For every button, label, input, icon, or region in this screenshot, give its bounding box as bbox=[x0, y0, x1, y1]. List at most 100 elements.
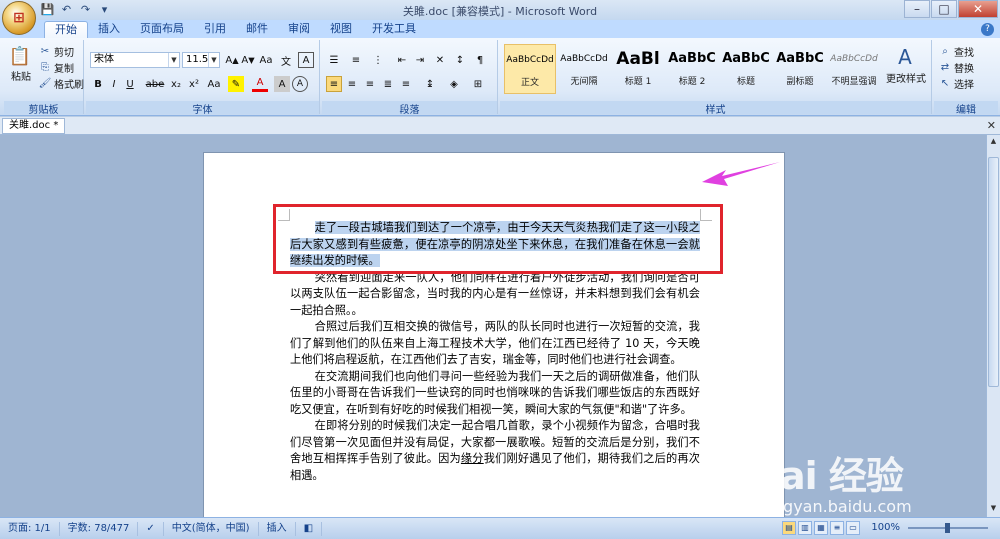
highlight-icon[interactable]: ✎ bbox=[228, 76, 244, 92]
ribbon: 📋 粘贴 ✂ 剪切 ⎘ 复制 🖌 格式刷 剪贴板 宋体 ▼ 11.5 ▼ A ▲ A ▼ Aa… bbox=[0, 38, 1000, 116]
scroll-up-icon[interactable]: ▲ bbox=[988, 137, 999, 148]
close-button[interactable]: ✕ bbox=[958, 0, 998, 18]
enclose-chars-button[interactable]: A bbox=[292, 76, 308, 92]
word-count[interactable]: 字数: 78/477 bbox=[60, 521, 139, 536]
paragraph[interactable]: 突然看到迎面走来一队人，他们同样在进行着户外徒步活动，我们询问是否可以两支队伍一… bbox=[290, 270, 700, 320]
borders-icon[interactable]: ⊞ bbox=[470, 76, 486, 92]
align-left-icon[interactable]: ≡ bbox=[398, 76, 414, 92]
tab-review[interactable]: 审阅 bbox=[278, 21, 320, 38]
char-shading-button[interactable]: A bbox=[274, 76, 290, 92]
change-styles-button[interactable]: A 更改样式 bbox=[884, 44, 928, 85]
line-spacing-icon[interactable]: ↨ bbox=[422, 76, 438, 92]
tab-view[interactable]: 视图 bbox=[320, 21, 362, 38]
multilevel-list-icon[interactable]: ⋮ bbox=[370, 52, 386, 68]
clear-format-icon[interactable]: Aa bbox=[258, 52, 274, 68]
font-size-combo[interactable]: 11.5 ▼ bbox=[182, 52, 220, 68]
decrease-indent-icon[interactable]: ⇤ bbox=[394, 52, 410, 68]
tab-page-layout[interactable]: 页面布局 bbox=[130, 21, 194, 38]
editing-group-label: 编辑 bbox=[934, 101, 998, 116]
paste-button[interactable]: 📋 粘贴 bbox=[8, 44, 34, 84]
phonetic-guide-icon[interactable]: 文 bbox=[278, 52, 294, 68]
style-no-spacing[interactable]: AaBbCcDd 无间隔 bbox=[558, 44, 610, 94]
document-tab[interactable]: 关雎.doc * bbox=[2, 118, 66, 134]
style-heading-2[interactable]: AaBbC 标题 2 bbox=[666, 44, 718, 94]
styles-group-label: 样式 bbox=[500, 101, 931, 116]
style-subtitle[interactable]: AaBbC 副标题 bbox=[774, 44, 826, 94]
shading-icon[interactable]: ◈ bbox=[446, 76, 462, 92]
align-justify-icon[interactable]: ≡ bbox=[326, 76, 342, 92]
scrollbar-thumb[interactable] bbox=[988, 157, 999, 387]
bullets-icon[interactable]: ☰ bbox=[326, 52, 342, 68]
clipboard-group: 📋 粘贴 ✂ 剪切 ⎘ 复制 🖌 格式刷 剪贴板 bbox=[4, 40, 84, 116]
paragraph[interactable]: 在交流期间我们也向他们寻问一些经验为我们一天之后的调研做准备，他们队伍里的小哥哥… bbox=[290, 369, 700, 419]
maximize-button[interactable]: □ bbox=[931, 0, 957, 18]
style-normal[interactable]: AaBbCcDd 正文 bbox=[504, 44, 556, 94]
minimize-button[interactable]: – bbox=[904, 0, 930, 18]
proofing-icon[interactable]: ✓ bbox=[138, 521, 164, 536]
tab-home[interactable]: 开始 bbox=[44, 21, 88, 38]
macro-record-icon[interactable]: ◧ bbox=[296, 521, 323, 536]
shrink-font-icon[interactable]: A ▼ bbox=[240, 52, 256, 68]
strikethrough-button[interactable]: abe bbox=[144, 76, 166, 92]
increase-indent-icon[interactable]: ⇥ bbox=[412, 52, 428, 68]
binoculars-icon: ⌕ bbox=[942, 46, 948, 57]
page-count[interactable]: 页面: 1/1 bbox=[0, 521, 60, 536]
replace-icon: ⇄ bbox=[940, 62, 950, 73]
font-name-combo[interactable]: 宋体 ▼ bbox=[90, 52, 180, 68]
align-center-icon[interactable]: ≡ bbox=[344, 76, 360, 92]
help-icon[interactable]: ? bbox=[981, 23, 994, 36]
scroll-down-icon[interactable]: ▼ bbox=[988, 504, 999, 515]
sort-icon[interactable]: ↕ bbox=[452, 52, 468, 68]
superscript-button[interactable]: x² bbox=[186, 76, 202, 92]
char-border-icon[interactable]: A bbox=[298, 52, 314, 68]
styles-group: AaBbCcDd 正文 AaBbCcDd 无间隔 AaBl 标题 1 AaBbC… bbox=[500, 40, 932, 116]
format-painter-button[interactable]: 🖌 格式刷 bbox=[38, 76, 84, 91]
align-distributed-icon[interactable]: ≣ bbox=[380, 76, 396, 92]
clipboard-group-label: 剪贴板 bbox=[4, 101, 83, 116]
baidu-jingyan-watermark: Bai 经验 jingyan.baidu.com bbox=[752, 445, 982, 525]
align-right-icon[interactable]: ≡ bbox=[362, 76, 378, 92]
chevron-down-icon[interactable]: ▼ bbox=[168, 53, 179, 67]
style-heading-1[interactable]: AaBl 标题 1 bbox=[612, 44, 664, 94]
close-icon[interactable]: ✕ bbox=[987, 119, 996, 132]
font-color-button[interactable]: A bbox=[252, 76, 268, 92]
paragraph[interactable]: 合照过后我们互相交换的微信号，两队的队长同时也进行一次短暂的交流，我们了解到他们… bbox=[290, 319, 700, 369]
editing-group: ⌕ 查找 ⇄ 替换 ↖ 选择 编辑 bbox=[934, 40, 998, 116]
watermark-logo: Bai 经验 bbox=[752, 454, 904, 498]
cursor-icon: ↖ bbox=[940, 78, 950, 89]
bold-button[interactable]: B bbox=[90, 76, 106, 92]
annotation-arrow bbox=[702, 162, 780, 186]
change-case-button[interactable]: Aa bbox=[204, 76, 224, 92]
show-marks-icon[interactable]: ¶ bbox=[472, 52, 488, 68]
window-title: 关雎.doc [兼容模式] - Microsoft Word bbox=[402, 5, 598, 18]
italic-button[interactable]: I bbox=[106, 76, 122, 92]
numbering-icon[interactable]: ≡ bbox=[348, 52, 364, 68]
tab-insert[interactable]: 插入 bbox=[88, 21, 130, 38]
paste-icon: 📋 bbox=[8, 45, 32, 67]
tab-mailings[interactable]: 邮件 bbox=[236, 21, 278, 38]
grow-font-icon[interactable]: A ▲ bbox=[224, 52, 240, 68]
style-title[interactable]: AaBbC 标题 bbox=[720, 44, 772, 94]
copy-button[interactable]: ⎘ 复制 bbox=[38, 60, 74, 75]
vertical-scrollbar[interactable]: ▲ ▼ bbox=[986, 135, 1000, 517]
cut-button[interactable]: ✂ 剪切 bbox=[38, 44, 74, 59]
tab-developer[interactable]: 开发工具 bbox=[362, 21, 426, 38]
office-button[interactable]: ⊞ bbox=[2, 1, 36, 35]
window-controls: – □ ✕ bbox=[903, 0, 998, 18]
document-tab-strip: 关雎.doc * ✕ bbox=[0, 117, 1000, 135]
select-button[interactable]: ↖ 选择 bbox=[938, 76, 974, 91]
find-button[interactable]: ⌕ 查找 bbox=[938, 44, 974, 59]
underline-button[interactable]: U bbox=[122, 76, 138, 92]
paragraph[interactable]: 在即将分别的时候我们决定一起合唱几首歌，录个小视频作为留念，合唱时我们尽管第一次… bbox=[290, 418, 700, 484]
brush-icon: 🖌 bbox=[38, 78, 52, 89]
chevron-down-icon[interactable]: ▼ bbox=[208, 53, 219, 67]
insert-mode[interactable]: 插入 bbox=[259, 521, 296, 536]
watermark-url: jingyan.baidu.com bbox=[764, 497, 912, 516]
subscript-button[interactable]: x₂ bbox=[168, 76, 184, 92]
language-indicator[interactable]: 中文(简体，中国) bbox=[164, 521, 259, 536]
replace-button[interactable]: ⇄ 替换 bbox=[938, 60, 974, 75]
style-subtle-emphasis[interactable]: AaBbCcDd 不明显强调 bbox=[828, 44, 880, 94]
scissors-icon: ✂ bbox=[40, 46, 50, 57]
chinese-layout-icon[interactable]: ✕ bbox=[432, 52, 448, 68]
tab-references[interactable]: 引用 bbox=[194, 21, 236, 38]
